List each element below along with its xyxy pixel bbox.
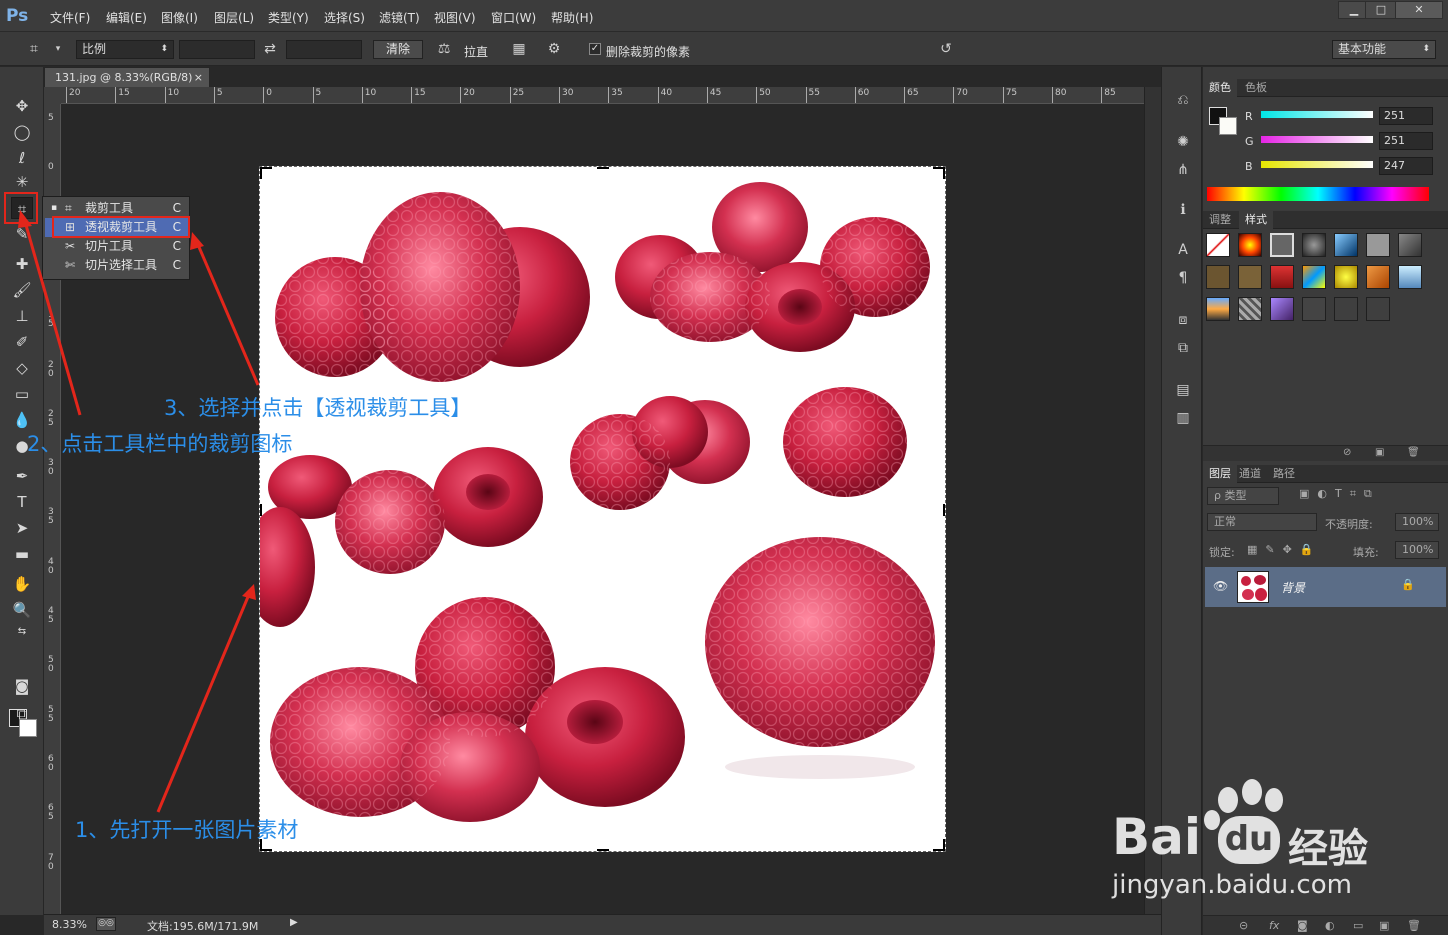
paragraph-panel-icon[interactable]: ¶: [1172, 267, 1194, 289]
share-icon[interactable]: ◎◎: [96, 917, 116, 931]
panel-background-swatch[interactable]: [1219, 117, 1237, 135]
style-swatch[interactable]: [1366, 297, 1390, 321]
channel-label-b: B: [1245, 160, 1253, 173]
style-swatch[interactable]: [1334, 233, 1358, 257]
trash-icon[interactable]: 🗑: [1407, 919, 1421, 932]
watermark-cn: 经验: [1288, 826, 1368, 872]
style-swatch[interactable]: [1398, 265, 1422, 289]
layer-row-background[interactable]: 👁 背景 🔒: [1205, 567, 1446, 607]
timeline-panel-icon[interactable]: ▥: [1172, 407, 1194, 429]
channel-label-g: G: [1245, 135, 1254, 148]
watermark-brand: Bai: [1112, 808, 1201, 866]
fill-value: 100%: [1402, 543, 1434, 556]
chevron-right-icon[interactable]: ▶: [290, 917, 298, 928]
brush-presets-icon[interactable]: ✺: [1172, 131, 1194, 153]
lock-icons[interactable]: ▦✎✥🔒: [1247, 543, 1322, 556]
fill-label: 填充:: [1353, 546, 1379, 559]
style-swatch[interactable]: [1270, 265, 1294, 289]
style-swatch[interactable]: [1366, 233, 1390, 257]
annotation-step-1: 1、先打开一张图片素材: [75, 818, 299, 842]
slider-r[interactable]: [1261, 111, 1373, 118]
watermark-brand-du: du: [1218, 816, 1280, 864]
brush-panel-icon[interactable]: ⋔: [1172, 159, 1194, 181]
value-b[interactable]: 247: [1379, 157, 1433, 175]
actions-panel-icon[interactable]: ⧈: [1172, 309, 1194, 331]
layer-filter-icons[interactable]: ▣◐T⌗⧉: [1299, 487, 1380, 501]
eye-icon[interactable]: 👁: [1213, 579, 1228, 593]
lock-icon: 🔒: [1401, 578, 1415, 591]
tab-layers[interactable]: 图层: [1203, 465, 1237, 483]
layers-footer: ⊝ fx ◙ ◐ ▭ ▣ 🗑: [1203, 915, 1448, 935]
style-swatch-none[interactable]: [1206, 233, 1230, 257]
opacity-value: 100%: [1402, 515, 1434, 528]
status-bar: 8.33% ◎◎ 文档:195.6M/171.9M ▶: [44, 914, 1161, 935]
blend-mode-value: 正常: [1214, 515, 1236, 528]
clear-style-icon[interactable]: ⊘: [1343, 447, 1351, 458]
lock-label: 锁定:: [1209, 546, 1235, 559]
tab-styles[interactable]: 样式: [1239, 211, 1273, 229]
annotation-step-2: 2、点击工具栏中的裁剪图标: [27, 432, 293, 456]
fill-input[interactable]: 100%: [1395, 541, 1439, 559]
styles-panel-tabs: 调整 样式: [1203, 211, 1448, 229]
folder-icon[interactable]: ▭: [1353, 919, 1363, 932]
fx-icon[interactable]: fx: [1269, 919, 1279, 932]
style-swatch[interactable]: [1302, 265, 1326, 289]
style-swatch[interactable]: [1302, 233, 1326, 257]
layer-name[interactable]: 背景: [1281, 579, 1305, 596]
style-swatch[interactable]: [1206, 265, 1230, 289]
adjustment-icon[interactable]: ◐: [1325, 919, 1335, 932]
layer-filter-select[interactable]: ρ 类型: [1207, 487, 1279, 505]
layer-thumbnail: [1237, 571, 1269, 603]
tab-swatches[interactable]: 色板: [1239, 79, 1273, 97]
style-swatch[interactable]: [1398, 233, 1422, 257]
style-swatch[interactable]: [1238, 297, 1262, 321]
style-swatch[interactable]: [1302, 297, 1326, 321]
style-swatch[interactable]: [1238, 265, 1262, 289]
value-g[interactable]: 251: [1379, 132, 1433, 150]
tab-channels[interactable]: 通道: [1233, 465, 1267, 483]
new-style-icon[interactable]: ▣: [1375, 447, 1384, 458]
style-swatch[interactable]: [1366, 265, 1390, 289]
tab-adjustments[interactable]: 调整: [1203, 211, 1237, 229]
style-swatch[interactable]: [1238, 233, 1262, 257]
value-r[interactable]: 251: [1379, 107, 1433, 125]
style-swatch[interactable]: [1206, 297, 1230, 321]
watermark-url: jingyan.baidu.com: [1112, 870, 1352, 900]
link-layers-icon[interactable]: ⊝: [1239, 919, 1248, 932]
slider-b[interactable]: [1261, 161, 1373, 168]
channel-label-r: R: [1245, 110, 1253, 123]
properties-panel-icon[interactable]: ⧉: [1172, 337, 1194, 359]
slider-g[interactable]: [1261, 136, 1373, 143]
tab-color[interactable]: 颜色: [1203, 79, 1237, 97]
color-spectrum-ramp[interactable]: [1207, 187, 1429, 201]
opacity-input[interactable]: 100%: [1395, 513, 1439, 531]
new-layer-icon[interactable]: ▣: [1379, 919, 1389, 932]
style-swatch[interactable]: [1334, 297, 1358, 321]
character-panel-icon[interactable]: A: [1172, 239, 1194, 261]
layers-panel-tabs: 图层 通道 路径: [1203, 465, 1448, 483]
styles-footer: ⊘ ▣ 🗑: [1203, 445, 1448, 461]
opacity-label: 不透明度:: [1325, 518, 1373, 531]
annotation-step-3: 3、选择并点击【透视裁剪工具】: [164, 396, 472, 420]
trash-icon[interactable]: 🗑: [1407, 447, 1420, 458]
info-panel-icon[interactable]: ℹ: [1172, 199, 1194, 221]
style-swatch[interactable]: [1334, 265, 1358, 289]
zoom-level[interactable]: 8.33%: [52, 918, 87, 931]
color-panel-tabs: 颜色 色板: [1203, 79, 1448, 97]
notes-panel-icon[interactable]: ▤: [1172, 379, 1194, 401]
baidu-jingyan-watermark: Bai du 经验 jingyan.baidu.com: [1100, 778, 1430, 908]
layer-filter-value: ρ 类型: [1214, 489, 1247, 502]
tab-paths[interactable]: 路径: [1267, 465, 1301, 483]
mask-icon[interactable]: ◙: [1297, 919, 1308, 932]
blend-mode-select[interactable]: 正常: [1207, 513, 1317, 531]
history-panel-icon[interactable]: ⎌: [1172, 89, 1194, 111]
style-swatch[interactable]: [1270, 233, 1294, 257]
style-swatch[interactable]: [1270, 297, 1294, 321]
document-size: 文档:195.6M/171.9M: [147, 920, 259, 933]
